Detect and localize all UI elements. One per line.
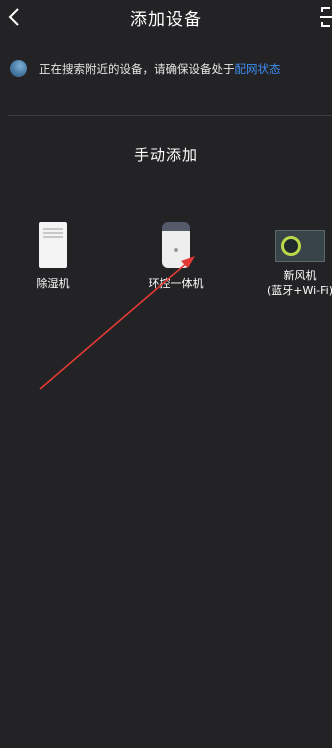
device-sublabel: (蓝牙+Wi-Fi) (266, 284, 332, 297)
annotation-arrow (39, 256, 195, 390)
searching-spinner-icon (10, 60, 27, 77)
status-message: 正在搜索附近的设备，请确保设备处于配网状态 (39, 61, 281, 77)
scan-icon[interactable] (320, 6, 332, 28)
page-title: 添加设备 (130, 10, 202, 30)
fresh-air-unit-icon (275, 230, 325, 262)
pairing-mode-link[interactable]: 配网状态 (235, 62, 281, 76)
device-label: 环控一体机 (148, 277, 204, 290)
divider (8, 115, 332, 116)
device-dehumidifier[interactable]: 除湿机 (25, 216, 81, 291)
device-label: 新风机 (283, 269, 317, 282)
top-bar: 添加设备 (0, 0, 332, 34)
manual-add-title: 手动添加 (133, 146, 198, 164)
environment-controller-icon (162, 222, 190, 268)
device-label: 除湿机 (36, 277, 70, 290)
search-status: 正在搜索附近的设备，请确保设备处于配网状态 (10, 58, 332, 80)
status-text: 正在搜索附近的设备，请确保设备处于 (39, 62, 235, 76)
device-environment-controller[interactable]: 环控一体机 (145, 216, 207, 291)
device-fresh-air[interactable]: 新风机 (蓝牙+Wi-Fi) (258, 216, 332, 298)
dehumidifier-icon (39, 222, 67, 268)
